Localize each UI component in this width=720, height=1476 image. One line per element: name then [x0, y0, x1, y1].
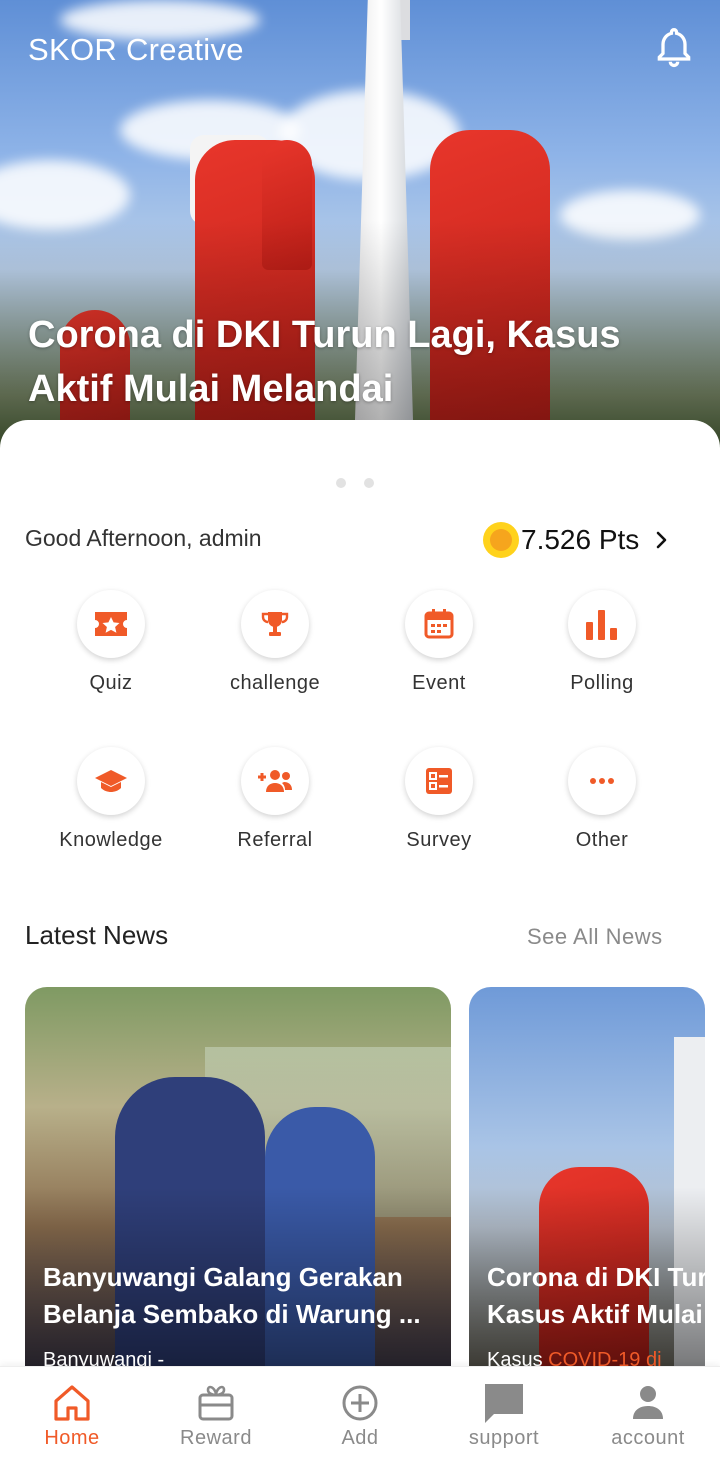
menu-circle [568, 590, 636, 658]
bar-chart-icon [586, 610, 617, 640]
carousel-dot[interactable] [364, 478, 374, 488]
menu-knowledge[interactable]: Knowledge [41, 747, 181, 852]
menu-label: Other [575, 829, 629, 851]
menu-quiz[interactable]: Quiz [41, 590, 181, 695]
add-people-icon [258, 770, 292, 792]
chat-bubble-icon [485, 1384, 523, 1423]
nav-support[interactable]: support [432, 1367, 576, 1476]
menu-circle [405, 590, 473, 658]
gift-card-icon [198, 1385, 234, 1421]
menu-circle [77, 590, 145, 658]
menu-label: Survey [406, 829, 472, 851]
news-title-line2: Kasus Aktif Mulai [487, 1299, 703, 1329]
carousel-indicator [336, 478, 374, 488]
menu-circle [241, 747, 309, 815]
trophy-icon [261, 612, 289, 636]
nav-label: support [468, 1427, 540, 1449]
points-value: 7.526 Pts [521, 524, 640, 555]
nav-label: Reward [180, 1427, 252, 1449]
menu-referral[interactable]: Referral [205, 747, 345, 852]
add-circle-icon [342, 1385, 378, 1421]
coin-icon [483, 522, 519, 558]
greeting-text: Good Afternoon, admin [25, 525, 262, 551]
section-title: Latest News [25, 920, 169, 950]
see-all-news-link[interactable]: See All News [527, 924, 663, 950]
menu-circle [77, 747, 145, 815]
news-card[interactable]: Banyuwangi Galang Gerakan Belanja Sembak… [25, 987, 451, 1387]
nav-reward[interactable]: Reward [144, 1367, 288, 1476]
nav-label: account [611, 1427, 685, 1449]
graduation-cap-icon [95, 770, 127, 792]
news-title-line2: Belanja Sembako di Warung ... [43, 1299, 421, 1329]
menu-label: challenge [229, 672, 321, 694]
nav-label: Add [341, 1427, 379, 1449]
menu-event[interactable]: Event [369, 590, 509, 695]
survey-list-icon [426, 768, 452, 794]
hero-banner[interactable]: SKOR Creative Corona di DKI Turun Lagi, … [0, 0, 720, 450]
points-link[interactable]: 7.526 Pts [483, 522, 669, 558]
hero-headline[interactable]: Corona di DKI Turun Lagi, Kasus Aktif Mu… [28, 308, 678, 416]
menu-label: Referral [237, 829, 313, 851]
menu-circle [241, 590, 309, 658]
menu-circle [568, 747, 636, 815]
home-icon [54, 1385, 90, 1421]
menu-other[interactable]: Other [532, 747, 672, 852]
menu-survey[interactable]: Survey [369, 747, 509, 852]
news-title-line1: Corona di DKI Tur [487, 1262, 705, 1292]
nav-add[interactable]: Add [288, 1367, 432, 1476]
menu-circle [405, 747, 473, 815]
carousel-dot[interactable] [336, 478, 346, 488]
news-title-line1: Banyuwangi Galang Gerakan [43, 1262, 403, 1292]
chevron-right-icon [657, 531, 667, 549]
menu-label: Quiz [89, 672, 133, 694]
news-card[interactable]: Corona di DKI Tur Kasus Aktif Mulai Kasu… [469, 987, 705, 1387]
menu-label: Polling [570, 672, 634, 694]
person-icon [633, 1386, 663, 1419]
menu-polling[interactable]: Polling [532, 590, 672, 695]
nav-home[interactable]: Home [0, 1367, 144, 1476]
menu-challenge[interactable]: challenge [205, 590, 345, 695]
menu-label: Event [412, 672, 466, 694]
app-title: SKOR Creative [28, 32, 244, 67]
nav-label: Home [44, 1427, 100, 1449]
quiz-ticket-icon [95, 612, 127, 636]
bottom-navigation: Home Reward Add support account [0, 1366, 720, 1476]
nav-account[interactable]: account [576, 1367, 720, 1476]
bell-icon[interactable] [652, 24, 696, 72]
more-dots-icon [590, 778, 614, 784]
calendar-icon [424, 609, 454, 639]
menu-label: Knowledge [59, 829, 163, 851]
